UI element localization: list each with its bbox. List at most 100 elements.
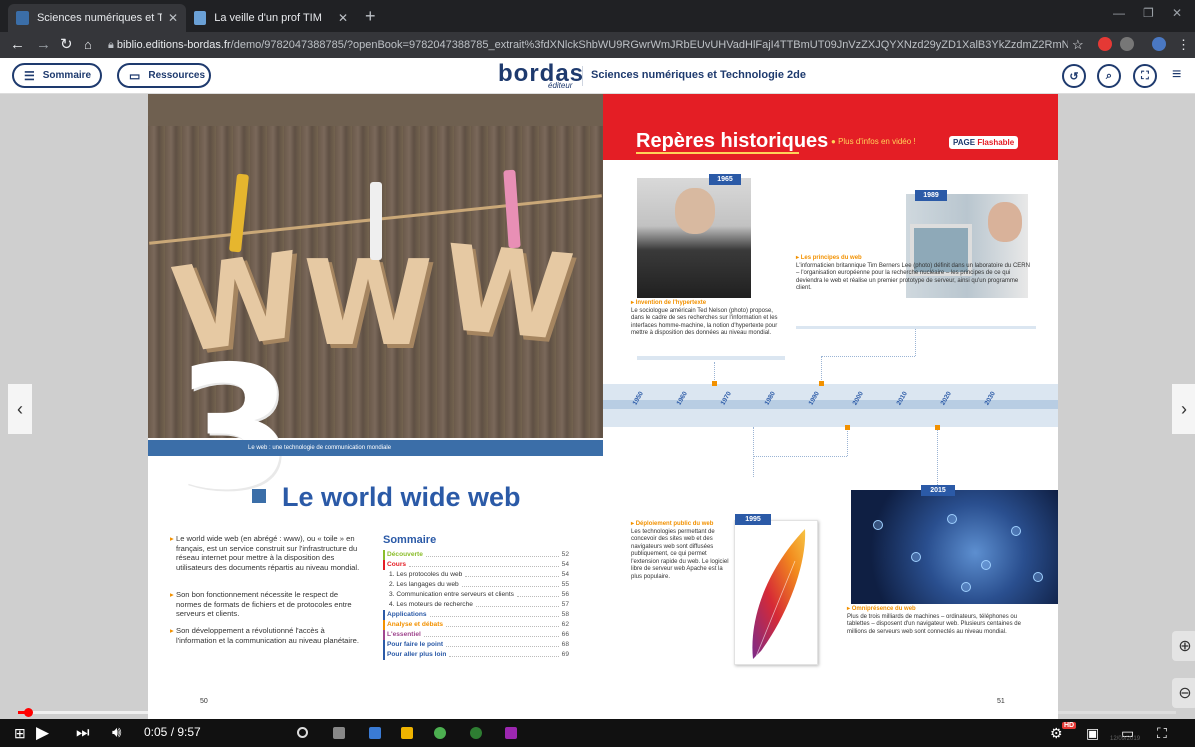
- year-tag: 1989: [915, 190, 947, 201]
- toc-item[interactable]: 3. Communication entre serveurs et clien…: [383, 590, 569, 600]
- toc-item[interactable]: Pour aller plus loin 69: [383, 650, 569, 660]
- miniplayer-icon[interactable]: ▣: [1086, 723, 1099, 743]
- video-control-bar: ⊞ ▶ ⏭ 🔊︎ 0:05 / 9:57 ⚙ HD ▣ ▭ ⛶ 12/09/20…: [0, 719, 1195, 747]
- right-page-number: 51: [997, 698, 1005, 705]
- bordas-logo-sub: éditeur: [548, 81, 573, 90]
- toc-item[interactable]: Découverte 52: [383, 550, 569, 560]
- event-1965: Invention de l'hypertexte Le sociologue …: [631, 300, 786, 338]
- close-window-icon[interactable]: ✕: [1172, 6, 1182, 20]
- timeline-axis: 1950 1960 1970 1980 1990 2000 2010 2020 2030: [603, 384, 1058, 427]
- volume-icon[interactable]: 🔊︎: [112, 723, 121, 743]
- network-node: [873, 520, 883, 530]
- back-arrow-icon[interactable]: ←: [10, 36, 25, 54]
- chrome-menu-icon[interactable]: ⋮: [1177, 36, 1190, 54]
- folder-icon: ▭: [129, 68, 141, 83]
- toc-item[interactable]: Pour faire le point 68: [383, 640, 569, 650]
- settings-gear-icon[interactable]: ⚙: [1050, 723, 1063, 743]
- toc-item-label: 1. Les protocoles du web: [389, 571, 463, 578]
- taskbar-taskview-icon[interactable]: [333, 727, 345, 739]
- photo-letter: W: [437, 218, 579, 368]
- windows-start-icon[interactable]: ⊞: [14, 723, 26, 743]
- bookmark-star-icon[interactable]: ☆: [1072, 36, 1084, 54]
- toc-item-label: Découverte: [383, 550, 423, 560]
- minimize-icon[interactable]: —: [1113, 6, 1125, 20]
- toc-item[interactable]: 1. Les protocoles du web 54: [383, 570, 569, 580]
- left-page: W W W 3 Le web : une technologie de comm…: [148, 94, 603, 719]
- taskbar-chrome-icon[interactable]: [434, 727, 446, 739]
- tab-title: Sciences numériques et Technolo: [36, 12, 162, 24]
- extension-grey-icon[interactable]: [1120, 37, 1134, 51]
- next-page-button[interactable]: ›: [1172, 384, 1195, 434]
- new-tab-button[interactable]: +: [365, 6, 376, 27]
- profile-avatar-icon[interactable]: [1152, 37, 1166, 51]
- title-square: [252, 489, 266, 503]
- toc-item[interactable]: 4. Les moteurs de recherche 57: [383, 600, 569, 610]
- network-node: [947, 514, 957, 524]
- toc-item[interactable]: L'essentiel 66: [383, 630, 569, 640]
- restore-icon[interactable]: ❐: [1143, 6, 1154, 20]
- fullscreen-video-icon[interactable]: ⛶: [1157, 723, 1167, 743]
- zoom-out-icon[interactable]: ⊖: [1172, 678, 1195, 708]
- browser-tab-1[interactable]: Sciences numériques et Technolo ✕: [8, 4, 186, 32]
- toc-item[interactable]: Applications 58: [383, 610, 569, 620]
- taskbar-search-icon[interactable]: [297, 727, 308, 738]
- video-progress-bar[interactable]: [18, 708, 1176, 717]
- toc-item-label: Applications: [383, 610, 427, 620]
- browser-tab-2[interactable]: La veille d'un prof TIM ✕: [186, 4, 356, 32]
- chapter-title: Le world wide web: [282, 482, 521, 512]
- zoom-in-icon[interactable]: ⊕: [1172, 631, 1195, 661]
- fullscreen-icon[interactable]: ⛶: [1133, 64, 1157, 88]
- sommaire-button[interactable]: ☰ Sommaire: [12, 63, 102, 88]
- reload-icon[interactable]: ↻: [60, 36, 73, 54]
- previous-page-button[interactable]: ‹: [8, 384, 32, 434]
- next-video-icon[interactable]: ⏭: [76, 723, 90, 743]
- video-buffer-fill: [18, 711, 273, 714]
- book-viewer: ‹ › ⊕ ⊖ W W W 3 Le web : une technologie…: [0, 94, 1195, 719]
- toc-item[interactable]: 2. Les langages du web 55: [383, 580, 569, 590]
- toc-item[interactable]: Cours 54: [383, 560, 569, 570]
- taskbar-app-icon[interactable]: [505, 727, 517, 739]
- close-tab-icon[interactable]: ✕: [338, 11, 348, 25]
- toc-item-page: 57: [561, 601, 569, 608]
- toc-item-label: Pour faire le point: [383, 640, 443, 650]
- header-divider: [582, 66, 583, 86]
- timeline-marker: [819, 381, 824, 386]
- taskbar-folder-icon[interactable]: [401, 727, 413, 739]
- intro-bullet: ▸ Son développement a révolutionné l'accè…: [170, 626, 359, 645]
- hd-badge: HD: [1062, 722, 1077, 729]
- search-icon[interactable]: ⌕: [1097, 64, 1121, 88]
- intro-bullet: ▸ Son bon fonctionnement nécessite le res…: [170, 590, 352, 618]
- extension-red-icon[interactable]: [1098, 37, 1112, 51]
- video-info-link[interactable]: ● Plus d'infos en vidéo !: [831, 137, 916, 146]
- taskbar-chrome-icon[interactable]: [470, 727, 482, 739]
- bordas-favicon-icon: [16, 11, 29, 25]
- tab-title: La veille d'un prof TIM: [214, 12, 322, 24]
- network-illustration: [851, 490, 1058, 604]
- page-flashable-badge[interactable]: PAGE Flashable: [949, 136, 1019, 149]
- taskbar-app-icon[interactable]: [369, 727, 381, 739]
- event-1989: Les principes du web L'informaticien bri…: [796, 255, 1034, 293]
- connector-line: [821, 356, 822, 384]
- taskbar-clock: 12/09/2019: [1110, 736, 1141, 742]
- list-icon: ☰: [24, 68, 35, 83]
- close-tab-icon[interactable]: ✕: [168, 11, 178, 25]
- address-bar[interactable]: 🔒︎ biblio.editions-bordas.fr/demo/978204…: [108, 35, 1068, 55]
- toc-item[interactable]: Analyse et débats 62: [383, 620, 569, 630]
- photo-top-strip: [148, 94, 603, 126]
- apache-feather-image: [734, 520, 818, 665]
- toc-item-page: 69: [561, 651, 569, 658]
- ressources-button[interactable]: ▭ Ressources: [117, 63, 211, 88]
- sommaire-label: Sommaire: [42, 70, 92, 81]
- browser-tab-bar: Sciences numériques et Technolo ✕ La vei…: [0, 0, 1195, 32]
- play-icon[interactable]: ▶: [36, 723, 49, 743]
- timeline-marker: [712, 381, 717, 386]
- hamburger-menu-icon[interactable]: ≡: [1172, 66, 1181, 84]
- browser-toolbar: ← → ↻ ⌂ 🔒︎ biblio.editions-bordas.fr/dem…: [0, 32, 1195, 58]
- video-scrubber-handle[interactable]: [23, 708, 33, 717]
- history-icon[interactable]: ↺: [1062, 64, 1086, 88]
- toc-item-label: 4. Les moteurs de recherche: [389, 601, 473, 608]
- home-icon[interactable]: ⌂: [84, 36, 92, 54]
- toc-title: Sommaire: [383, 534, 437, 546]
- toc-item-label: Pour aller plus loin: [383, 650, 446, 660]
- forward-arrow-icon[interactable]: →: [36, 36, 51, 54]
